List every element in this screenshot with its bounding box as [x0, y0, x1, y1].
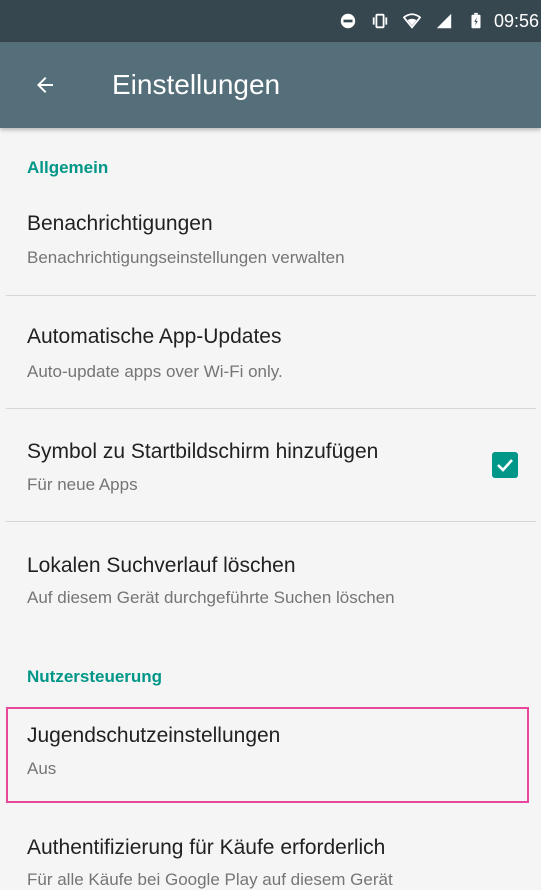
- status-time: 09:56: [493, 10, 539, 31]
- item-title: Lokalen Suchverlauf löschen: [27, 554, 296, 577]
- checkmark-icon: [497, 459, 513, 472]
- highlight-box: [6, 707, 529, 803]
- item-title: Automatische App-Updates: [27, 325, 282, 348]
- item-title: Authentifizierung für Käufe erforderlich: [27, 836, 386, 859]
- wifi-icon: [402, 11, 422, 31]
- vibrate-icon: [370, 11, 390, 31]
- settings-item-auto-update[interactable]: Automatische App-Updates Auto-update app…: [0, 296, 541, 408]
- app-bar: Einstellungen: [0, 42, 541, 128]
- settings-item-purchase-auth[interactable]: Authentifizierung für Käufe erforderlich…: [0, 820, 541, 889]
- item-subtitle: Auf diesem Gerät durchgeführte Suchen lö…: [27, 588, 395, 607]
- section-header-user-control: Nutzersteuerung: [27, 667, 163, 686]
- item-subtitle: Für neue Apps: [27, 475, 138, 494]
- signal-icon: [434, 11, 454, 31]
- item-subtitle: Benachrichtigungseinstellungen verwalten: [27, 248, 345, 267]
- status-bar: 09:56: [0, 0, 541, 42]
- do-not-disturb-icon: [338, 11, 358, 31]
- settings-item-notifications[interactable]: Benachrichtigungen Benachrichtigungseins…: [0, 190, 541, 295]
- item-title: Benachrichtigungen: [27, 212, 213, 235]
- arrow-back-icon[interactable]: [33, 73, 57, 97]
- item-subtitle: Auto-update apps over Wi-Fi only.: [27, 362, 283, 381]
- home-icon-checkbox[interactable]: [492, 452, 518, 478]
- battery-icon: [466, 11, 486, 31]
- item-title: Symbol zu Startbildschirm hinzufügen: [27, 440, 379, 463]
- page-title: Einstellungen: [112, 69, 281, 100]
- item-subtitle: Für alle Käufe bei Google Play auf diese…: [27, 870, 393, 889]
- section-header-general: Allgemein: [27, 158, 109, 177]
- settings-item-home-icon[interactable]: Symbol zu Startbildschirm hinzufügen Für…: [0, 409, 541, 521]
- settings-item-clear-history[interactable]: Lokalen Suchverlauf löschen Auf diesem G…: [0, 522, 541, 630]
